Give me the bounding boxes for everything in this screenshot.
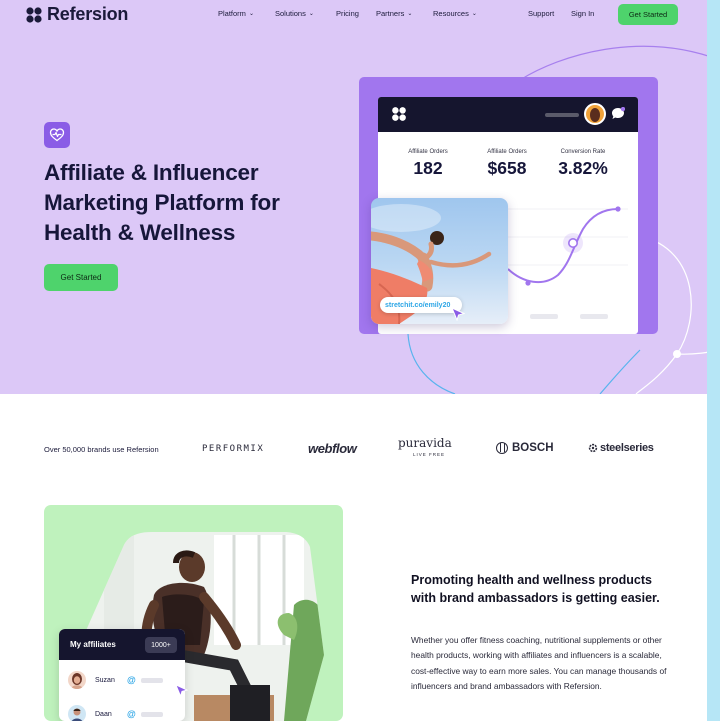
hero-title: Affiliate & Influencer Marketing Platfor… bbox=[44, 160, 280, 245]
dashboard-placeholder-bar bbox=[530, 314, 558, 319]
cursor-icon bbox=[175, 684, 188, 697]
avatar bbox=[68, 671, 86, 689]
nav-get-started-button[interactable]: Get Started bbox=[618, 4, 678, 25]
heart-pulse-icon bbox=[44, 122, 70, 148]
nav-platform-label: Platform bbox=[218, 9, 246, 18]
nav-resources[interactable]: Resources ⌄ bbox=[433, 9, 477, 18]
refersion-logo[interactable]: Refersion bbox=[24, 4, 128, 25]
nav-partners-label: Partners bbox=[376, 9, 405, 18]
affiliates-count-badge: 1000+ bbox=[145, 637, 177, 653]
nav-resources-label: Resources bbox=[433, 9, 469, 18]
affiliate-row[interactable]: Daan @ bbox=[68, 703, 178, 721]
bosch-wordmark: BOSCH bbox=[512, 442, 554, 454]
steelseries-logo: steelseries bbox=[588, 442, 654, 454]
nav-pricing[interactable]: Pricing bbox=[336, 9, 359, 18]
brands-caption: Over 50,000 brands use Refersion bbox=[44, 445, 159, 454]
chevron-down-icon: ⌄ bbox=[248, 11, 254, 17]
nav-partners[interactable]: Partners ⌄ bbox=[376, 9, 412, 18]
feature-heading: Promoting health and wellness products w… bbox=[411, 573, 660, 605]
nav-pricing-label: Pricing bbox=[336, 9, 359, 18]
affiliates-header: My affiliates 1000+ bbox=[59, 629, 185, 660]
chevron-down-icon: ⌄ bbox=[308, 11, 314, 17]
avatar bbox=[68, 705, 86, 721]
steelseries-wordmark: steelseries bbox=[600, 442, 654, 454]
steelseries-gear-icon bbox=[588, 443, 598, 453]
cursor-icon bbox=[451, 307, 465, 321]
affiliate-row[interactable]: Suzan @ bbox=[68, 669, 178, 691]
logo-text: Refersion bbox=[47, 4, 129, 24]
affiliate-name: Suzan bbox=[95, 676, 115, 684]
bosch-ring-icon bbox=[496, 442, 508, 454]
nav-solutions[interactable]: Solutions ⌄ bbox=[275, 9, 314, 18]
dashboard-placeholder-bar bbox=[580, 314, 608, 319]
nav-support[interactable]: Support bbox=[528, 9, 554, 18]
at-sign-icon: @ bbox=[127, 675, 136, 685]
performix-logo: PERFORMIX bbox=[202, 444, 265, 454]
hero-get-started-button[interactable]: Get Started bbox=[44, 264, 118, 291]
puravida-tagline: LIVE FREE bbox=[413, 452, 446, 457]
chevron-down-icon: ⌄ bbox=[471, 11, 477, 17]
affiliates-title: My affiliates bbox=[70, 640, 116, 649]
top-navigation: Refersion Platform ⌄ Solutions ⌄ Pricing… bbox=[0, 0, 720, 30]
nav-solutions-label: Solutions bbox=[275, 9, 306, 18]
nav-platform[interactable]: Platform ⌄ bbox=[218, 9, 254, 18]
feature-body: Whether you offer fitness coaching, nutr… bbox=[411, 635, 667, 692]
refersion-logo-icon bbox=[26, 6, 42, 23]
referral-link-chip[interactable]: stretchit.co/emily20 bbox=[380, 297, 462, 313]
affiliates-card: My affiliates 1000+ Suzan @ Daan @ bbox=[59, 629, 185, 721]
affiliate-name: Daan bbox=[95, 710, 112, 718]
affiliate-placeholder-bar bbox=[140, 677, 163, 683]
chevron-down-icon: ⌄ bbox=[407, 11, 413, 17]
nav-sign-in[interactable]: Sign In bbox=[571, 9, 594, 18]
webflow-logo: webflow bbox=[308, 441, 357, 456]
at-sign-icon: @ bbox=[127, 709, 136, 719]
affiliate-placeholder-bar bbox=[140, 711, 163, 717]
bosch-logo: BOSCH bbox=[496, 442, 554, 454]
right-edge-rail bbox=[707, 0, 720, 721]
puravida-logo: puravida bbox=[398, 436, 452, 450]
